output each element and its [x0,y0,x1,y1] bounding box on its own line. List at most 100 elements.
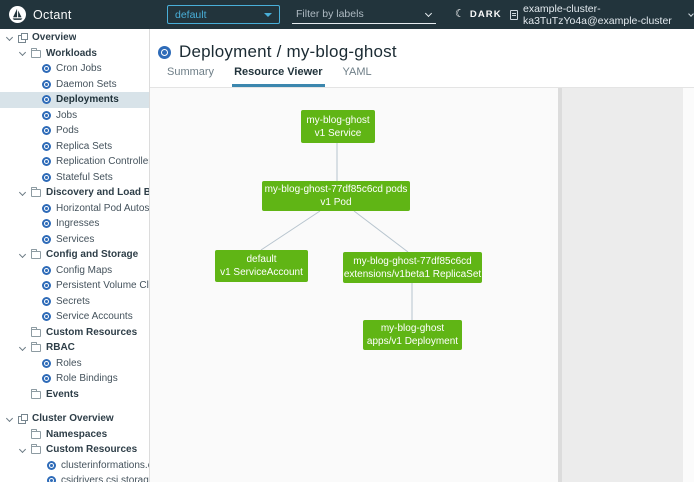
resource-icon [42,266,51,275]
resource-icon [42,111,51,120]
sidebar-item-pods[interactable]: Pods [0,123,149,139]
sidebar-item-label: Horizontal Pod Autoscalers [56,203,149,214]
octant-logo-icon [9,6,26,23]
sidebar-item-workloads[interactable]: Workloads [0,46,149,62]
sidebar-item-horizontal-pod-autoscalers[interactable]: Horizontal Pod Autoscalers [0,201,149,217]
chevron-down-icon [6,34,14,42]
sidebar-item-label: Pods [56,125,79,136]
folder-icon [31,329,41,337]
graph-node-pod[interactable]: my-blog-ghost-77df85c6cd podsv1 Pod [262,181,410,211]
graph-node-service-account[interactable]: defaultv1 ServiceAccount [215,250,308,282]
page-scrollbar-track[interactable] [683,88,694,482]
dark-mode-label: DARK [470,9,502,20]
title-row: Deployment / my-blog-ghost [150,29,694,62]
resource-icon [47,476,56,482]
resource-icon [42,204,51,213]
sidebar-item-role-bindings[interactable]: Role Bindings [0,371,149,387]
tab-summary[interactable]: Summary [165,61,216,87]
graph-node-deployment[interactable]: my-blog-ghostapps/v1 Deployment [363,320,462,350]
sidebar-item-label: Roles [56,358,82,369]
chevron-down-icon [19,344,27,352]
sidebar-item-label: clusterinformations.crd.projec [61,460,149,471]
folder-icon [31,189,41,197]
sidebar-item-rbac[interactable]: RBAC [0,340,149,356]
overview-icon [18,33,27,42]
folder-icon [31,391,41,399]
sidebar-nav: OverviewWorkloadsCron JobsDaemon SetsDep… [0,29,150,482]
tab-bar: Summary Resource Viewer YAML [150,61,694,88]
resource-icon [42,173,51,182]
sidebar-item-jobs[interactable]: Jobs [0,108,149,124]
sidebar-item-secrets[interactable]: Secrets [0,294,149,310]
sidebar-item-custom-resources[interactable]: Custom Resources [0,325,149,341]
sidebar-item-label: RBAC [46,342,75,353]
node-kind: v1 Service [315,127,362,140]
sidebar-item-replication-controllers[interactable]: Replication Controllers [0,154,149,170]
sidebar-item-cron-jobs[interactable]: Cron Jobs [0,61,149,77]
sidebar-item-replica-sets[interactable]: Replica Sets [0,139,149,155]
sidebar-item-config-maps[interactable]: Config Maps [0,263,149,279]
sidebar-item-events[interactable]: Events [0,387,149,403]
sidebar-item-label: Events [46,389,79,400]
resource-icon [42,281,51,290]
sidebar-item-label: Jobs [56,110,77,121]
sidebar-item-deployments[interactable]: Deployments [0,92,149,108]
node-kind: v1 Pod [320,196,351,209]
graph-node-replica-set[interactable]: my-blog-ghost-77df85c6cdextensions/v1bet… [343,252,482,283]
sidebar-item-daemon-sets[interactable]: Daemon Sets [0,77,149,93]
resource-icon [42,142,51,151]
sidebar-item-label: Replica Sets [56,141,112,152]
sidebar-item-label: Namespaces [46,429,107,440]
cluster-context-label: example-cluster-ka3TuTzYo4a@example-clus… [523,3,683,27]
sidebar-item-namespaces[interactable]: Namespaces [0,427,149,443]
resource-icon [47,461,56,470]
graph-node-service[interactable]: my-blog-ghostv1 Service [301,110,375,143]
label-filter-input[interactable]: Filter by labels [292,5,436,24]
main-content: Deployment / my-blog-ghost Summary Resour… [150,29,694,482]
sidebar-item-persistent-volume-claims[interactable]: Persistent Volume Claims [0,278,149,294]
tab-resource-viewer[interactable]: Resource Viewer [232,61,324,87]
node-name: my-blog-ghost-77df85c6cd [353,255,471,268]
folder-icon [31,446,41,454]
sidebar-item-services[interactable]: Services [0,232,149,248]
node-name: my-blog-ghost-77df85c6cd pods [265,183,408,196]
sidebar-item-label: Config Maps [56,265,112,276]
folder-icon [31,344,41,352]
sidebar-item-roles[interactable]: Roles [0,356,149,372]
sidebar-item-custom-resources[interactable]: Custom Resources [0,442,149,458]
sidebar-item-clusterinformations-crd-projec[interactable]: clusterinformations.crd.projec [0,458,149,474]
sidebar-item-overview[interactable]: Overview [0,30,149,46]
resource-icon [42,374,51,383]
page-title: Deployment / my-blog-ghost [179,42,397,62]
overview-icon [18,414,27,423]
sidebar-item-stateful-sets[interactable]: Stateful Sets [0,170,149,186]
dark-mode-toggle[interactable]: ☾ DARK [455,0,502,29]
folder-icon [31,50,41,58]
sidebar-item-ingresses[interactable]: Ingresses [0,216,149,232]
resource-graph-canvas: my-blog-ghostv1 Service my-blog-ghost-77d… [150,88,558,482]
sidebar-item-csidrivers-csi-storage-k8s-io[interactable]: csidrivers.csi.storage.k8s.io [0,473,149,482]
sidebar-item-label: Deployments [56,94,119,105]
sidebar-item-label: Custom Resources [46,327,137,338]
sidebar-item-label: Services [56,234,94,245]
sidebar-item-cluster-overview[interactable]: Cluster Overview [0,411,149,427]
sidebar-item-service-accounts[interactable]: Service Accounts [0,309,149,325]
chevron-down-icon [425,11,432,18]
namespace-select[interactable]: default [167,5,280,24]
namespace-value: default [175,9,207,21]
node-kind: apps/v1 Deployment [367,335,458,348]
caret-down-icon [264,13,272,17]
resource-icon [42,297,51,306]
graph-edge [261,211,320,250]
brand: Octant [9,0,72,29]
resource-icon [42,80,51,89]
viewer-side-panel [562,88,683,482]
resource-icon [42,312,51,321]
cluster-context-select[interactable]: example-cluster-ka3TuTzYo4a@example-clus… [510,0,694,29]
sidebar-item-label: Secrets [56,296,90,307]
sidebar-item-discovery-and-load-balancing[interactable]: Discovery and Load Balancing [0,185,149,201]
tab-yaml[interactable]: YAML [341,61,374,87]
sidebar-item-label: Replication Controllers [56,156,149,167]
sidebar-item-label: Stateful Sets [56,172,113,183]
sidebar-item-config-and-storage[interactable]: Config and Storage [0,247,149,263]
